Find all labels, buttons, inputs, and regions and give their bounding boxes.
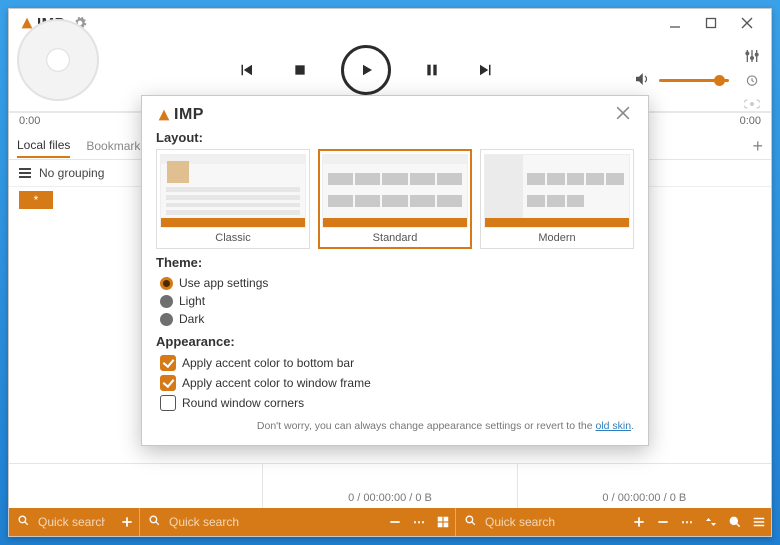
status-right: 0 / 00:00:00 / 0 B bbox=[517, 464, 771, 508]
dialog-logo: IMP bbox=[156, 106, 204, 124]
next-button[interactable] bbox=[473, 57, 499, 83]
timer-icon[interactable] bbox=[743, 71, 761, 89]
main-window: IMP 0:00 bbox=[8, 8, 772, 537]
minimize-button[interactable] bbox=[657, 9, 693, 37]
dialog-close-button[interactable] bbox=[616, 106, 634, 124]
transport-controls bbox=[99, 45, 633, 95]
bottom-bar: ⋯ ⋯ bbox=[9, 508, 771, 536]
grouping-label: No grouping bbox=[39, 166, 104, 180]
section-theme: Theme: bbox=[156, 255, 634, 270]
status-left: 0 / 00:00:00 / 0 B bbox=[262, 464, 516, 508]
section-layout: Layout: bbox=[156, 130, 634, 145]
layout-standard[interactable]: Standard bbox=[318, 149, 472, 249]
check-accent-frame[interactable]: Apply accent color to window frame bbox=[160, 375, 634, 391]
more-button-3[interactable]: ⋯ bbox=[675, 508, 699, 536]
album-art-disc bbox=[17, 19, 99, 101]
filter-chip[interactable]: * bbox=[19, 191, 53, 209]
add-button-3[interactable] bbox=[627, 508, 651, 536]
grouping-menu-icon[interactable] bbox=[19, 168, 31, 178]
volume-slider[interactable] bbox=[659, 79, 729, 82]
theme-use-app[interactable]: Use app settings bbox=[160, 276, 634, 290]
add-button-1[interactable] bbox=[115, 508, 139, 536]
pause-button[interactable] bbox=[419, 57, 445, 83]
search-button-3[interactable] bbox=[723, 508, 747, 536]
search-icon bbox=[464, 514, 477, 530]
menu-icon[interactable] bbox=[747, 508, 771, 536]
check-round-corners[interactable]: Round window corners bbox=[160, 395, 634, 411]
remove-button-2[interactable] bbox=[383, 508, 407, 536]
volume-icon[interactable] bbox=[633, 70, 651, 91]
theme-dark[interactable]: Dark bbox=[160, 312, 634, 326]
play-button[interactable] bbox=[341, 45, 391, 95]
appearance-options: Apply accent color to bottom bar Apply a… bbox=[156, 353, 634, 413]
tab-local-files[interactable]: Local files bbox=[17, 134, 70, 158]
theme-light[interactable]: Light bbox=[160, 294, 634, 308]
quick-search-input-1[interactable] bbox=[36, 514, 107, 530]
stereo-icon[interactable] bbox=[743, 95, 761, 113]
titlebar: IMP bbox=[9, 9, 771, 37]
window-controls bbox=[657, 9, 765, 37]
section-appearance: Appearance: bbox=[156, 334, 634, 349]
equalizer-icon[interactable] bbox=[743, 47, 761, 65]
sort-icon[interactable] bbox=[699, 508, 723, 536]
time-elapsed: 0:00 bbox=[19, 115, 40, 127]
stop-button[interactable] bbox=[287, 57, 313, 83]
layout-options: Classic Standard Modern bbox=[156, 149, 634, 249]
remove-button-3[interactable] bbox=[651, 508, 675, 536]
quick-search-input-3[interactable] bbox=[483, 514, 619, 530]
previous-button[interactable] bbox=[233, 57, 259, 83]
grid-view-icon[interactable] bbox=[431, 508, 455, 536]
appearance-dialog: IMP Layout: Classic Standard Modern Them… bbox=[141, 95, 649, 446]
time-total: 0:00 bbox=[740, 115, 761, 127]
status-split: 0 / 00:00:00 / 0 B 0 / 00:00:00 / 0 B bbox=[9, 463, 771, 508]
search-icon bbox=[17, 514, 30, 530]
status-left-empty bbox=[9, 464, 262, 508]
dialog-title: IMP bbox=[174, 106, 204, 124]
layout-classic[interactable]: Classic bbox=[156, 149, 310, 249]
search-icon bbox=[148, 514, 161, 530]
quick-search-input-2[interactable] bbox=[167, 514, 375, 530]
close-button[interactable] bbox=[729, 9, 765, 37]
maximize-button[interactable] bbox=[693, 9, 729, 37]
volume-area bbox=[633, 47, 761, 113]
old-skin-link[interactable]: old skin bbox=[595, 420, 631, 432]
layout-modern[interactable]: Modern bbox=[480, 149, 634, 249]
theme-options: Use app settings Light Dark bbox=[156, 274, 634, 328]
dialog-footer: Don't worry, you can always change appea… bbox=[156, 419, 634, 433]
add-tab-button[interactable]: + bbox=[752, 137, 763, 155]
more-button-2[interactable]: ⋯ bbox=[407, 508, 431, 536]
tab-bookmark[interactable]: Bookmark bbox=[86, 135, 140, 157]
check-accent-bottom[interactable]: Apply accent color to bottom bar bbox=[160, 355, 634, 371]
